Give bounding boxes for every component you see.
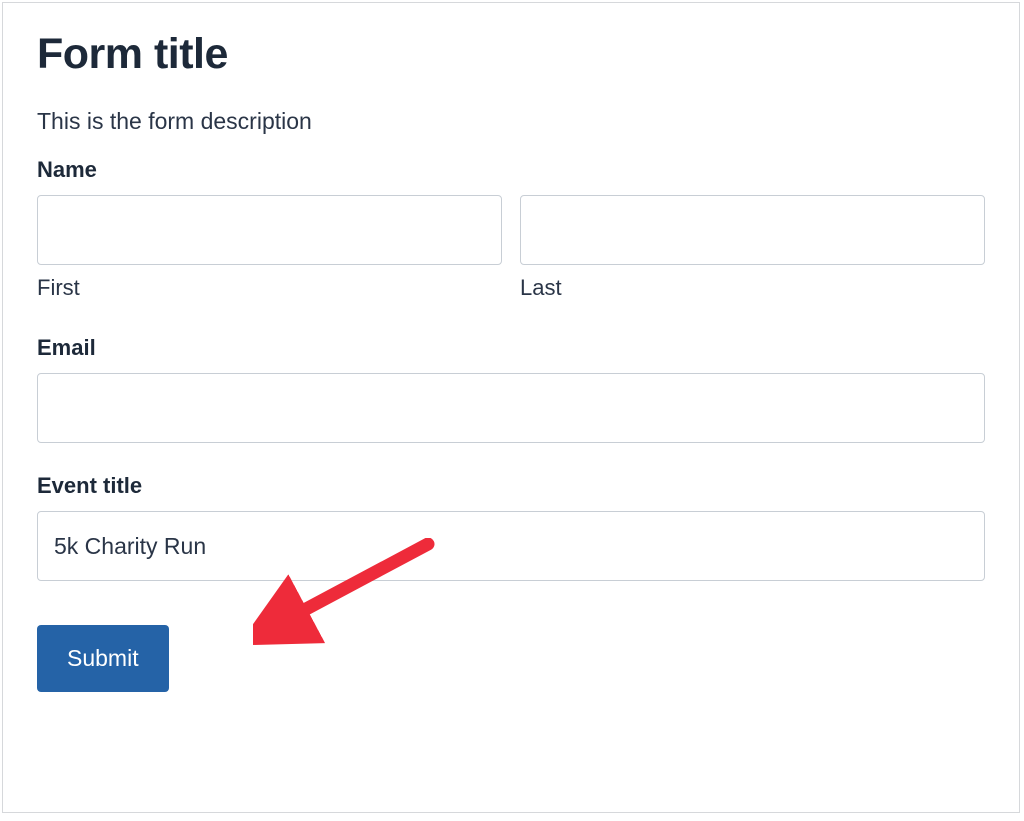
last-name-input[interactable] — [520, 195, 985, 265]
form-title: Form title — [37, 31, 985, 78]
last-name-sublabel: Last — [520, 275, 985, 301]
event-title-label: Event title — [37, 473, 985, 499]
event-title-field-block: Event title — [37, 473, 985, 581]
name-label: Name — [37, 157, 985, 183]
name-row: First Last — [37, 195, 985, 301]
form-description: This is the form description — [37, 108, 985, 135]
first-name-sublabel: First — [37, 275, 502, 301]
event-title-input[interactable] — [37, 511, 985, 581]
email-field-block: Email — [37, 335, 985, 443]
email-input[interactable] — [37, 373, 985, 443]
form-container: Form title This is the form description … — [2, 2, 1020, 813]
email-label: Email — [37, 335, 985, 361]
first-name-col: First — [37, 195, 502, 301]
first-name-input[interactable] — [37, 195, 502, 265]
last-name-col: Last — [520, 195, 985, 301]
submit-button[interactable]: Submit — [37, 625, 169, 692]
name-field-block: Name First Last — [37, 157, 985, 301]
